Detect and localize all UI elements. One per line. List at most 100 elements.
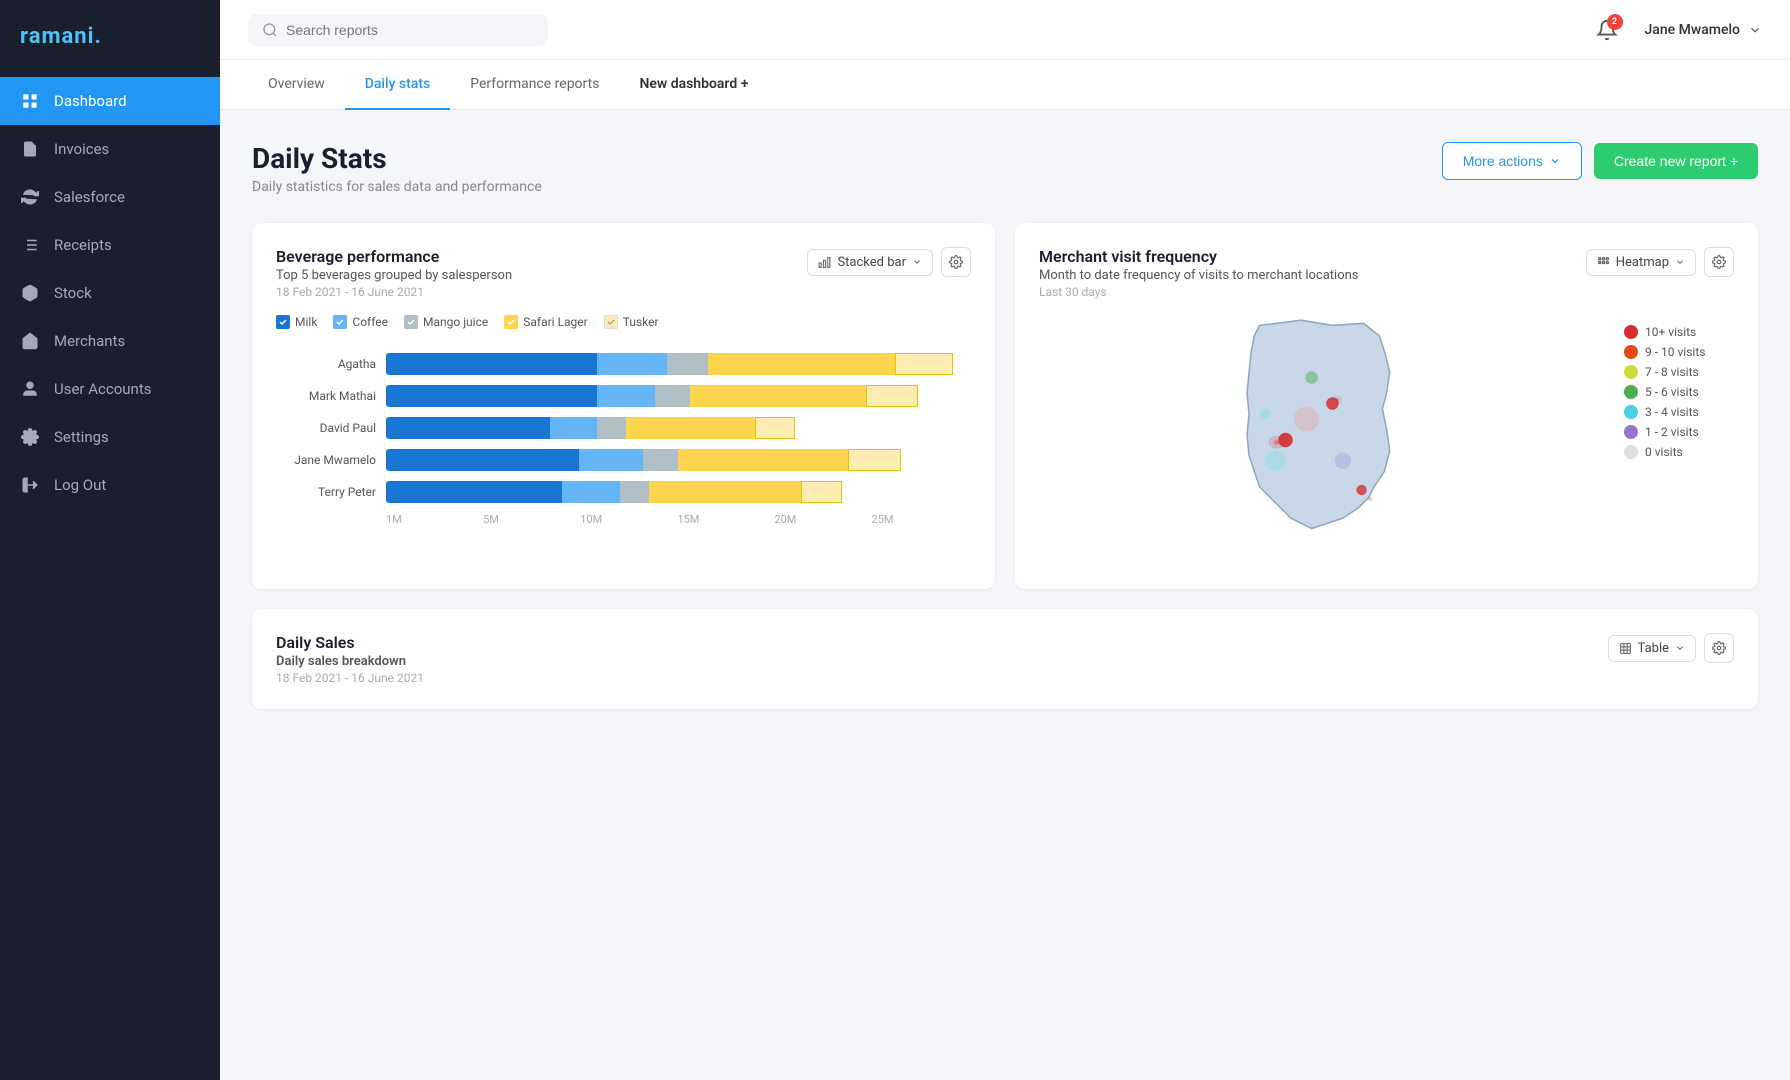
heatmap-chart-title: Merchant visit frequency — [1039, 247, 1359, 266]
more-actions-button[interactable]: More actions — [1442, 142, 1582, 180]
user-icon — [20, 379, 40, 399]
legend-checkbox-safari — [504, 315, 518, 329]
x-axis: 1M 5M 10M 15M 20M 25M — [386, 513, 971, 526]
sidebar-item-stock[interactable]: Stock — [0, 269, 220, 317]
create-report-button[interactable]: Create new report + — [1594, 143, 1758, 179]
charts-row: Beverage performance Top 5 beverages gro… — [252, 223, 1758, 589]
daily-sales-settings-button[interactable] — [1704, 633, 1734, 663]
beverage-chart-info: Beverage performance Top 5 beverages gro… — [276, 247, 512, 299]
legend-milk: Milk — [276, 315, 317, 329]
legend-1-2: 1 - 2 visits — [1624, 425, 1734, 439]
sidebar-label-settings: Settings — [54, 428, 109, 446]
legend-10plus: 10+ visits — [1624, 325, 1734, 339]
beverage-chart-type-selector[interactable]: Stacked bar — [807, 249, 933, 276]
daily-sales-title: Daily Sales — [276, 633, 424, 652]
sidebar-item-receipts[interactable]: Receipts — [0, 221, 220, 269]
sidebar-item-dashboard[interactable]: Dashboard — [0, 77, 220, 125]
bar-segment-coffee — [597, 353, 667, 375]
search-input[interactable] — [286, 22, 506, 38]
beverage-chart-card: Beverage performance Top 5 beverages gro… — [252, 223, 995, 589]
legend-9-10: 9 - 10 visits — [1624, 345, 1734, 359]
topbar: 2 Jane Mwamelo — [220, 0, 1790, 60]
chevron-down-icon — [1549, 155, 1561, 167]
notification-badge: 2 — [1607, 14, 1623, 30]
heatmap-chart-settings-button[interactable] — [1704, 247, 1734, 277]
beverage-chart-legend: Milk Coffee Mango juice — [276, 315, 971, 329]
sidebar-label-merchants: Merchants — [54, 332, 125, 350]
sidebar-label-logout: Log Out — [54, 476, 106, 494]
daily-sales-type-selector[interactable]: Table — [1608, 635, 1696, 662]
sidebar-item-invoices[interactable]: Invoices — [0, 125, 220, 173]
tab-overview[interactable]: Overview — [248, 60, 345, 110]
heatmap-chart-info: Merchant visit frequency Month to date f… — [1039, 247, 1359, 299]
beverage-chart-subtitle: Top 5 beverages grouped by salesperson — [276, 268, 512, 283]
search-box[interactable] — [248, 14, 548, 46]
sidebar-item-logout[interactable]: Log Out — [0, 461, 220, 509]
legend-3-4: 3 - 4 visits — [1624, 405, 1734, 419]
daily-sales-info: Daily Sales Daily sales breakdown 18 Feb… — [276, 633, 424, 685]
page-title-section: Daily Stats Daily statistics for sales d… — [252, 142, 542, 195]
main-area: 2 Jane Mwamelo Overview Daily stats Perf… — [220, 0, 1790, 1080]
gear-icon — [1712, 255, 1726, 269]
beverage-chart-controls: Stacked bar — [807, 247, 971, 277]
legend-coffee: Coffee — [333, 315, 388, 329]
page-actions: More actions Create new report + — [1442, 142, 1758, 180]
legend-safari-lager: Safari Lager — [504, 315, 587, 329]
bar-segment-mango — [667, 353, 708, 375]
chevron-down-icon — [912, 257, 922, 267]
sidebar-label-stock: Stock — [54, 284, 92, 302]
search-icon — [262, 22, 278, 38]
app-logo: ramani. — [0, 0, 220, 77]
notification-button[interactable]: 2 — [1589, 12, 1625, 48]
grid-icon — [20, 91, 40, 111]
heatmap-legend: 10+ visits 9 - 10 visits 7 - 8 visits — [1624, 315, 1734, 459]
tab-new-dashboard[interactable]: New dashboard + — [619, 60, 768, 110]
page-title: Daily Stats — [252, 142, 542, 175]
tabs-bar: Overview Daily stats Performance reports… — [220, 60, 1790, 110]
heatmap-chart-card: Merchant visit frequency Month to date f… — [1015, 223, 1758, 589]
sidebar-item-user-accounts[interactable]: User Accounts — [0, 365, 220, 413]
bar-segment-tusker — [895, 353, 954, 375]
bar-row-agatha: Agatha — [276, 353, 971, 375]
refresh-icon — [20, 187, 40, 207]
list-icon — [20, 235, 40, 255]
tanzania-map-svg — [1212, 315, 1432, 565]
bar-row-jane: Jane Mwamelo — [276, 449, 971, 471]
sidebar-label-invoices: Invoices — [54, 140, 109, 158]
tab-daily-stats[interactable]: Daily stats — [345, 60, 450, 110]
bar-segment-milk — [386, 353, 597, 375]
tab-performance-reports[interactable]: Performance reports — [450, 60, 619, 110]
chevron-down-icon — [1675, 643, 1685, 653]
legend-checkbox-tusker — [604, 315, 618, 329]
sidebar-label-user-accounts: User Accounts — [54, 380, 151, 398]
file-text-icon — [20, 139, 40, 159]
bar-row-terry: Terry Peter — [276, 481, 971, 503]
beverage-chart-settings-button[interactable] — [941, 247, 971, 277]
user-menu[interactable]: Jane Mwamelo — [1645, 22, 1762, 38]
sidebar-label-dashboard: Dashboard — [54, 92, 127, 110]
legend-checkbox-mango — [404, 315, 418, 329]
sidebar-item-merchants[interactable]: Merchants — [0, 317, 220, 365]
bar-chart-icon — [818, 256, 831, 269]
heatmap-icon — [1597, 256, 1610, 269]
beverage-bar-chart: Agatha Mark Mathai — [276, 345, 971, 534]
heatmap-chart-header: Merchant visit frequency Month to date f… — [1039, 247, 1734, 299]
chevron-down-icon — [1675, 257, 1685, 267]
heatmap-chart-type-selector[interactable]: Heatmap — [1586, 249, 1696, 276]
sidebar-item-settings[interactable]: Settings — [0, 413, 220, 461]
sidebar-item-salesforce[interactable]: Salesforce — [0, 173, 220, 221]
building-icon — [20, 331, 40, 351]
page-subtitle: Daily statistics for sales data and perf… — [252, 179, 542, 195]
heatmap-chart-controls: Heatmap — [1586, 247, 1734, 277]
daily-sales-controls: Table — [1608, 633, 1734, 663]
legend-5-6: 5 - 6 visits — [1624, 385, 1734, 399]
heatmap-chart-subtitle: Month to date frequency of visits to mer… — [1039, 268, 1359, 283]
topbar-right: 2 Jane Mwamelo — [1589, 12, 1762, 48]
settings-icon — [20, 427, 40, 447]
heatmap-content: 10+ visits 9 - 10 visits 7 - 8 visits — [1039, 315, 1734, 565]
beverage-chart-title: Beverage performance — [276, 247, 512, 266]
chevron-down-icon — [1748, 23, 1762, 37]
page-content: Daily Stats Daily statistics for sales d… — [220, 110, 1790, 1080]
beverage-chart-header: Beverage performance Top 5 beverages gro… — [276, 247, 971, 299]
legend-checkbox-milk — [276, 315, 290, 329]
